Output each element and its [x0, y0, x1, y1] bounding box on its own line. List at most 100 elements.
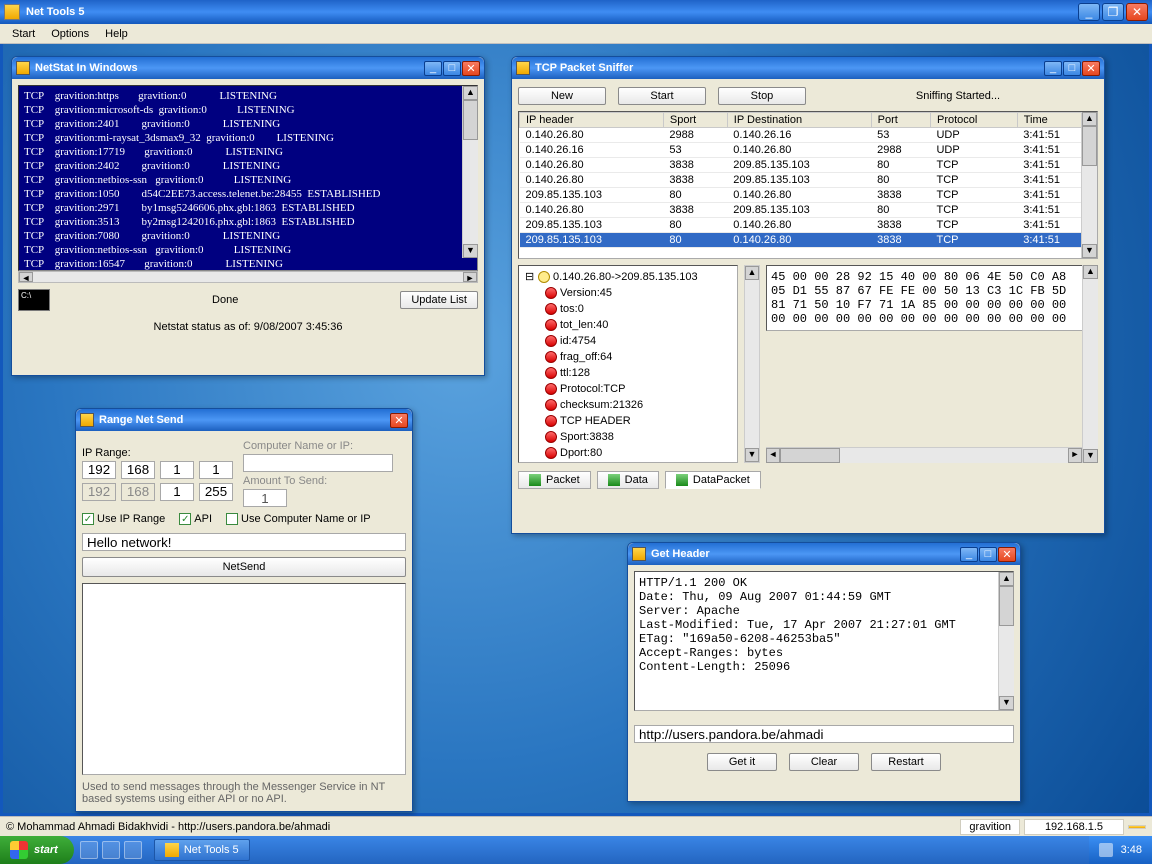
gh-titlebar[interactable]: Get Header _ □ ✕ — [628, 543, 1020, 565]
tree-scrollbar[interactable]: ▲▼ — [744, 265, 760, 463]
getit-button[interactable]: Get it — [707, 753, 777, 771]
message-input[interactable] — [82, 533, 406, 551]
tab-icon — [529, 474, 541, 486]
minimize-button[interactable]: _ — [1044, 61, 1062, 76]
system-tray: 3:48 — [1089, 836, 1152, 864]
tree-node[interactable]: checksum:21326 — [545, 397, 734, 413]
menu-options[interactable]: Options — [43, 26, 97, 42]
vertical-scrollbar[interactable]: ▲▼ — [462, 86, 478, 258]
tree-node[interactable]: id:4754 — [545, 333, 734, 349]
packet-tree[interactable]: ⊟0.140.26.80->209.85.135.103Version:45to… — [518, 265, 738, 463]
tree-node[interactable]: Protocol:TCP — [545, 381, 734, 397]
app-titlebar: Net Tools 5 _ ❐ ✕ — [0, 0, 1152, 24]
amount-input — [243, 489, 287, 507]
netstat-console[interactable]: TCP gravition:https gravition:0 LISTENIN… — [18, 85, 478, 271]
maximize-button[interactable]: □ — [979, 547, 997, 562]
close-button[interactable]: ✕ — [390, 413, 408, 428]
update-list-button[interactable]: Update List — [400, 291, 478, 309]
table-row[interactable]: 0.140.26.803838209.85.135.10380TCP3:41:5… — [520, 203, 1097, 218]
close-button[interactable]: ✕ — [1126, 3, 1148, 21]
tray-clock: 3:48 — [1121, 844, 1142, 856]
tree-node[interactable]: TCP HEADER — [545, 413, 734, 429]
ip2-c[interactable] — [160, 483, 194, 501]
tree-node[interactable]: Version:45 — [545, 285, 734, 301]
tree-root[interactable]: ⊟0.140.26.80->209.85.135.103 — [525, 269, 734, 285]
vertical-scrollbar[interactable]: ▲▼ — [1081, 112, 1097, 258]
window-netstat[interactable]: NetStat In Windows _ □ ✕ TCP gravition:h… — [11, 56, 485, 376]
table-row[interactable]: 0.140.26.16530.140.26.802988UDP3:41:51 — [520, 143, 1097, 158]
close-button[interactable]: ✕ — [462, 61, 480, 76]
tree-node[interactable]: Sport:3838 — [545, 429, 734, 445]
minimize-button[interactable]: _ — [1078, 3, 1100, 21]
ql-icon[interactable] — [124, 841, 142, 859]
hex-view[interactable]: 45 00 00 28 92 15 40 00 80 06 4E 50 C0 A… — [766, 265, 1098, 331]
tree-node[interactable]: ttl:128 — [545, 365, 734, 381]
ip1-b[interactable] — [121, 461, 155, 479]
col-header[interactable]: IP Destination — [727, 113, 871, 128]
tree-node[interactable]: frag_off:64 — [545, 349, 734, 365]
tray-icon[interactable] — [1099, 843, 1113, 857]
maximize-button[interactable]: □ — [443, 61, 461, 76]
ip1-d[interactable] — [199, 461, 233, 479]
ql-icon[interactable] — [80, 841, 98, 859]
start-button[interactable]: Start — [618, 87, 706, 105]
ip1-a[interactable] — [82, 461, 116, 479]
start-button[interactable]: start — [0, 836, 74, 864]
use-ip-range-checkbox[interactable]: ✓Use IP Range — [82, 513, 165, 525]
table-row[interactable]: 0.140.26.803838209.85.135.10380TCP3:41:5… — [520, 173, 1097, 188]
minimize-button[interactable]: _ — [960, 547, 978, 562]
col-header[interactable]: Sport — [663, 113, 727, 128]
minimize-button[interactable]: _ — [424, 61, 442, 76]
rns-titlebar[interactable]: Range Net Send ✕ — [76, 409, 412, 431]
tree-node[interactable]: tos:0 — [545, 301, 734, 317]
col-header[interactable]: IP header — [520, 113, 664, 128]
ip1-c[interactable] — [160, 461, 194, 479]
maximize-button[interactable]: □ — [1063, 61, 1081, 76]
netstat-titlebar[interactable]: NetStat In Windows _ □ ✕ — [12, 57, 484, 79]
table-row[interactable]: 0.140.26.8029880.140.26.1653UDP3:41:51 — [520, 128, 1097, 143]
netsend-button[interactable]: NetSend — [82, 557, 406, 577]
use-computer-checkbox[interactable]: Use Computer Name or IP — [226, 513, 371, 525]
vertical-scrollbar[interactable]: ▲▼ — [998, 572, 1014, 710]
restore-button[interactable]: ❐ — [1102, 3, 1124, 21]
quick-launch — [74, 841, 148, 859]
tab-data[interactable]: Data — [597, 471, 659, 489]
table-row[interactable]: 209.85.135.103800.140.26.803838TCP3:41:5… — [520, 218, 1097, 233]
header-output[interactable]: HTTP/1.1 200 OK Date: Thu, 09 Aug 2007 0… — [634, 571, 1014, 711]
col-header[interactable]: Protocol — [930, 113, 1017, 128]
taskbar-item-nettools[interactable]: Net Tools 5 — [154, 839, 250, 861]
tab-packet[interactable]: Packet — [518, 471, 591, 489]
netstat-status: Netstat status as of: 9/08/2007 3:45:36 — [18, 321, 478, 333]
menu-start[interactable]: Start — [4, 26, 43, 42]
window-tcp-sniffer[interactable]: TCP Packet Sniffer _ □ ✕ New Start Stop … — [511, 56, 1105, 534]
hex-hscrollbar[interactable]: ◄► — [766, 447, 1082, 463]
tree-node[interactable]: tot_len:40 — [545, 317, 734, 333]
col-header[interactable]: Port — [871, 113, 930, 128]
sniffer-title: TCP Packet Sniffer — [535, 62, 1044, 74]
clear-button[interactable]: Clear — [789, 753, 859, 771]
menu-help[interactable]: Help — [97, 26, 136, 42]
hex-vscrollbar[interactable]: ▲▼ — [1082, 265, 1098, 463]
horizontal-scrollbar[interactable]: ◄► — [18, 271, 478, 283]
sniffer-titlebar[interactable]: TCP Packet Sniffer _ □ ✕ — [512, 57, 1104, 79]
table-row[interactable]: 209.85.135.103800.140.26.803838TCP3:41:5… — [520, 188, 1097, 203]
ip2-d[interactable] — [199, 483, 233, 501]
table-row[interactable]: 209.85.135.103800.140.26.803838TCP3:41:5… — [520, 233, 1097, 248]
tree-node[interactable]: Dport:80 — [545, 445, 734, 461]
window-get-header[interactable]: Get Header _ □ ✕ HTTP/1.1 200 OK Date: T… — [627, 542, 1021, 802]
url-input[interactable] — [634, 725, 1014, 743]
close-button[interactable]: ✕ — [1082, 61, 1100, 76]
mdi-client: NetStat In Windows _ □ ✕ TCP gravition:h… — [0, 44, 1152, 816]
api-checkbox[interactable]: ✓API — [179, 513, 212, 525]
new-button[interactable]: New — [518, 87, 606, 105]
ql-icon[interactable] — [102, 841, 120, 859]
stop-button[interactable]: Stop — [718, 87, 806, 105]
table-row[interactable]: 0.140.26.803838209.85.135.10380TCP3:41:5… — [520, 158, 1097, 173]
taskbar: start Net Tools 5 3:48 — [0, 836, 1152, 864]
result-list[interactable] — [82, 583, 406, 775]
tab-datapacket[interactable]: DataPacket — [665, 471, 761, 489]
window-range-net-send[interactable]: Range Net Send ✕ IP Range: — [75, 408, 413, 812]
packet-grid[interactable]: IP headerSportIP DestinationPortProtocol… — [518, 111, 1098, 259]
close-button[interactable]: ✕ — [998, 547, 1016, 562]
restart-button[interactable]: Restart — [871, 753, 941, 771]
